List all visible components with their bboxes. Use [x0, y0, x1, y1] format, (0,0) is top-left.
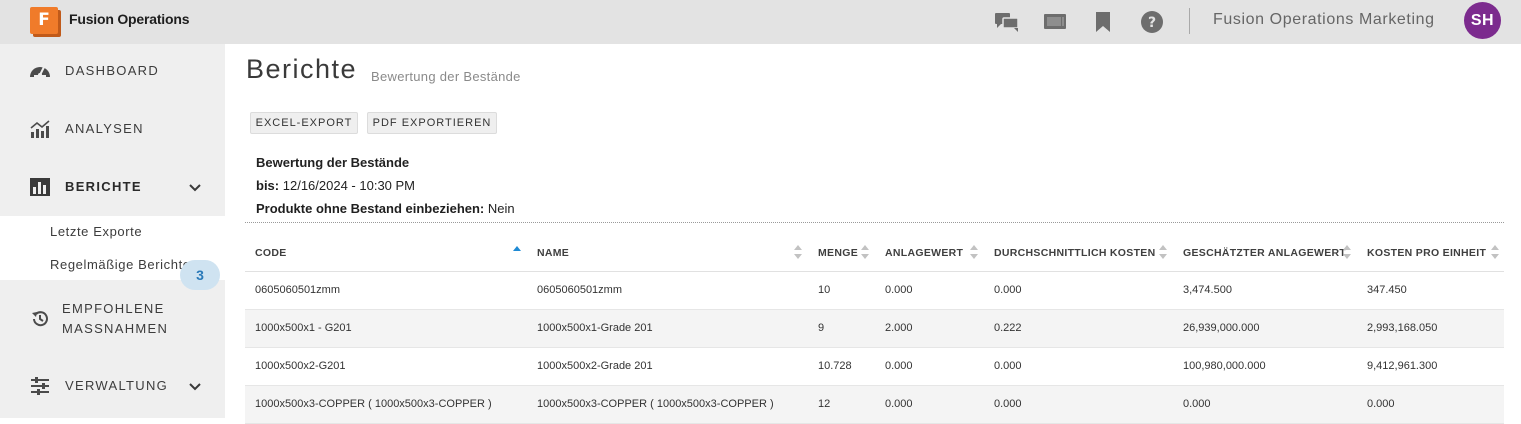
report-title: Bewertung der Bestände: [256, 155, 410, 170]
sidebar-item-dashboard[interactable]: DASHBOARD: [0, 58, 225, 84]
user-avatar[interactable]: SH: [1464, 2, 1501, 39]
svg-text:?: ?: [1148, 15, 1156, 31]
analytics-chart-icon: [29, 118, 51, 140]
page-title: Berichte: [246, 54, 358, 84]
cell-durchschnitt: 0.222: [994, 322, 1022, 334]
app-logo[interactable]: F: [30, 7, 61, 37]
sidebar-subitem-regelmaessige-berichte[interactable]: Regelmäßige Berichte: [50, 257, 191, 272]
top-bar-separator: [1189, 8, 1190, 34]
sidebar-subitem-letzte-exporte[interactable]: Letzte Exporte: [50, 224, 142, 239]
app-title[interactable]: Fusion Operations: [69, 11, 189, 27]
sort-icon[interactable]: [1491, 244, 1499, 260]
cell-anlagewert: 0.000: [885, 360, 913, 372]
sidebar: DASHBOARD ANALYSEN BERICHTE Letzte Expor…: [0, 44, 225, 418]
report-until: bis: 12/16/2024 - 10:30 PM: [256, 178, 415, 193]
table-row[interactable]: 1000x500x3-COPPER ( 1000x500x3-COPPER ) …: [245, 386, 1504, 424]
cell-name: 1000x500x2-Grade 201: [537, 360, 653, 372]
pdf-export-button[interactable]: PDF EXPORTIEREN: [367, 112, 497, 134]
valuation-table: CODE NAME MENGE ANLAGEWERT DURCHSCHNITTL…: [245, 234, 1504, 424]
column-header-name[interactable]: NAME: [537, 247, 569, 259]
cell-kosten: 0.000: [1367, 398, 1395, 410]
sort-icon[interactable]: [794, 244, 802, 260]
cell-anlagewert: 0.000: [885, 398, 913, 410]
cell-durchschnitt: 0.000: [994, 360, 1022, 372]
cell-name: 0605060501zmm: [537, 284, 623, 296]
sort-icon[interactable]: [1343, 244, 1351, 260]
table-row[interactable]: 1000x500x1 - G201 1000x500x1-Grade 201 9…: [245, 310, 1504, 348]
table-row[interactable]: 0605060501zmm 0605060501zmm 10 0.000 0.0…: [245, 272, 1504, 310]
sidebar-label-berichte: BERICHTE: [65, 179, 142, 194]
sidebar-label-massnahmen: MASSNAHMEN: [62, 321, 169, 336]
cell-durchschnitt: 0.000: [994, 284, 1022, 296]
cell-kosten: 347.450: [1367, 284, 1407, 296]
column-header-kosten[interactable]: KOSTEN PRO EINHEIT: [1367, 247, 1486, 259]
cell-anlagewert: 2.000: [885, 322, 913, 334]
sliders-icon: [29, 375, 51, 397]
chevron-down-icon[interactable]: [188, 181, 202, 195]
sort-ascending-icon[interactable]: [513, 244, 521, 260]
report-until-value: 12/16/2024 - 10:30 PM: [282, 178, 416, 193]
cell-code: 1000x500x1 - G201: [255, 322, 352, 334]
cell-name: 1000x500x3-COPPER ( 1000x500x3-COPPER ): [537, 398, 774, 410]
cell-name: 1000x500x1-Grade 201: [537, 322, 653, 334]
cell-anlagewert: 0.000: [885, 284, 913, 296]
table-row[interactable]: 1000x500x2-G201 1000x500x2-Grade 201 10.…: [245, 348, 1504, 386]
sidebar-label-verwaltung: VERWALTUNG: [65, 378, 169, 393]
table-header-row: CODE NAME MENGE ANLAGEWERT DURCHSCHNITTL…: [245, 234, 1504, 272]
page-subtitle: Bewertung der Bestände: [371, 69, 521, 84]
cell-geschaetzt: 0.000: [1183, 398, 1211, 410]
report-include-label: Produkte ohne Bestand einbeziehen:: [256, 201, 485, 216]
column-header-durchschnitt[interactable]: DURCHSCHNITTLICH KOSTEN: [994, 247, 1155, 259]
organization-name[interactable]: Fusion Operations Marketing: [1213, 11, 1435, 29]
excel-export-button[interactable]: EXCEL-EXPORT: [250, 112, 358, 134]
sidebar-item-berichte[interactable]: BERICHTE: [0, 174, 225, 200]
cell-kosten: 9,412,961.300: [1367, 360, 1438, 372]
column-header-anlagewert[interactable]: ANLAGEWERT: [885, 247, 963, 259]
cell-code: 1000x500x3-COPPER ( 1000x500x3-COPPER ): [255, 398, 492, 410]
sort-icon[interactable]: [1159, 244, 1167, 260]
sidebar-label-analysen: ANALYSEN: [65, 121, 144, 136]
cell-kosten: 2,993,168.050: [1367, 322, 1438, 334]
cell-geschaetzt: 3,474.500: [1183, 284, 1232, 296]
cell-geschaetzt: 100,980,000.000: [1183, 360, 1266, 372]
cell-menge: 10.728: [818, 360, 852, 372]
speedometer-icon: [29, 60, 51, 82]
help-icon[interactable]: ?: [1138, 8, 1166, 36]
cell-menge: 10: [818, 284, 831, 296]
screen-icon[interactable]: [1041, 8, 1069, 36]
cell-menge: 9: [818, 322, 825, 334]
logo-letter: F: [30, 7, 58, 34]
sidebar-item-empfohlene-massnahmen[interactable]: EMPFOHLENE MASSNAHMEN: [0, 296, 225, 342]
top-bar: F Fusion Operations ? Fusion Operations …: [0, 0, 1521, 44]
cell-durchschnitt: 0.000: [994, 398, 1022, 410]
column-header-code[interactable]: CODE: [255, 247, 287, 259]
column-header-geschaetzt[interactable]: GESCHÄTZTER ANLAGEWERT: [1183, 247, 1346, 259]
bookmark-icon[interactable]: [1089, 8, 1117, 36]
sidebar-label-empfohlene: EMPFOHLENE: [62, 301, 165, 316]
sort-icon[interactable]: [970, 244, 978, 260]
sidebar-item-verwaltung[interactable]: VERWALTUNG: [0, 373, 225, 399]
column-header-menge[interactable]: MENGE: [818, 247, 858, 259]
cell-geschaetzt: 26,939,000.000: [1183, 322, 1260, 334]
cell-code: 0605060501zmm: [255, 284, 341, 296]
chat-icon[interactable]: [993, 8, 1021, 36]
empfohlene-count-badge: 3: [180, 260, 220, 290]
sort-icon[interactable]: [861, 244, 869, 260]
history-icon: [29, 308, 51, 330]
report-include-value: Nein: [487, 201, 515, 216]
cell-menge: 12: [818, 398, 831, 410]
chevron-down-icon[interactable]: [188, 380, 202, 394]
report-include-empty: Produkte ohne Bestand einbeziehen: Nein: [256, 201, 515, 216]
report-until-label: bis:: [256, 178, 280, 193]
divider: [245, 222, 1504, 223]
sidebar-label-dashboard: DASHBOARD: [65, 63, 160, 78]
report-icon: [29, 176, 51, 198]
cell-code: 1000x500x2-G201: [255, 360, 346, 372]
sidebar-item-analysen[interactable]: ANALYSEN: [0, 116, 225, 142]
